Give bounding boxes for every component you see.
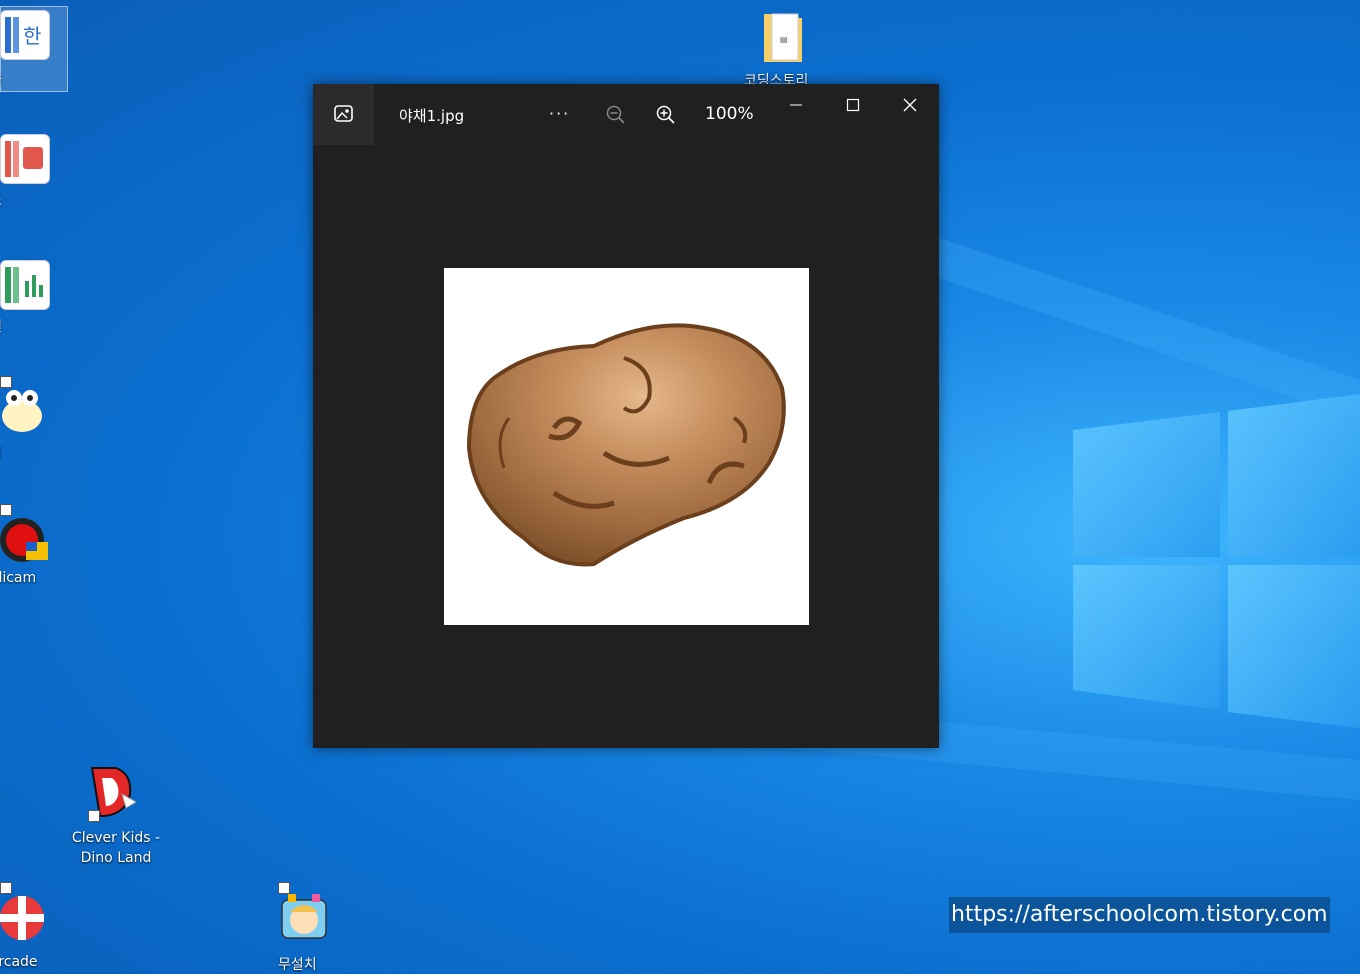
zoom-out-button[interactable]	[605, 104, 627, 132]
close-icon	[903, 98, 917, 112]
zoom-in-button[interactable]	[655, 104, 677, 132]
minimize-button[interactable]	[783, 92, 809, 120]
maximize-icon	[846, 98, 860, 112]
hangul-icon: 한	[0, 10, 50, 60]
museolchi-icon	[278, 892, 327, 940]
desktop-icon-label: 무설치	[278, 957, 317, 973]
zoom-level[interactable]: 100%	[705, 100, 754, 128]
maximize-button[interactable]	[840, 92, 866, 120]
potato-illustration	[466, 323, 786, 567]
bandicam-icon	[0, 514, 48, 562]
svg-text:▤: ▤	[780, 35, 788, 44]
dino-land-icon	[86, 764, 137, 817]
more-options-button[interactable]: ···	[549, 100, 570, 128]
shortcut-arrow-icon	[278, 882, 290, 894]
title-bar[interactable]: 야채1.jpg ··· 100%	[313, 84, 939, 145]
zoom-in-icon	[656, 105, 675, 124]
hanshow-icon	[0, 134, 50, 184]
shortcut-arrow-icon	[0, 504, 12, 516]
desktop-icon-label: andicam	[0, 570, 37, 586]
desktop-icon-label: 한글	[0, 70, 86, 90]
close-button[interactable]	[897, 92, 923, 120]
zoom-out-icon	[606, 105, 625, 124]
photos-app-icon[interactable]	[313, 84, 374, 145]
desktop-icon-label: Clever Kids - Dino Land	[71, 830, 161, 866]
shortcut-arrow-icon	[0, 882, 12, 894]
shortcut-arrow-icon	[0, 376, 12, 388]
hancell-icon	[0, 260, 50, 310]
desktop-icon-label: 한셀	[0, 316, 86, 336]
blog-url-watermark: https://afterschoolcom.tistory.com	[949, 897, 1330, 933]
file-title: 야채1.jpg	[399, 107, 465, 125]
desktop-icon-label: 한쇼	[0, 190, 86, 210]
alzip-icon	[0, 386, 48, 434]
minimize-icon	[790, 104, 802, 106]
shortcut-arrow-icon	[88, 810, 100, 822]
svg-text:한: 한	[23, 24, 41, 48]
desktop-icon-label: 알집	[0, 442, 86, 462]
desktop-icon-label: y Arcade	[0, 954, 38, 970]
folder-icon: ▤	[760, 8, 808, 62]
arcade-icon	[0, 892, 48, 940]
photos-window[interactable]: 야채1.jpg ··· 100%	[313, 84, 939, 748]
displayed-image	[444, 268, 809, 625]
